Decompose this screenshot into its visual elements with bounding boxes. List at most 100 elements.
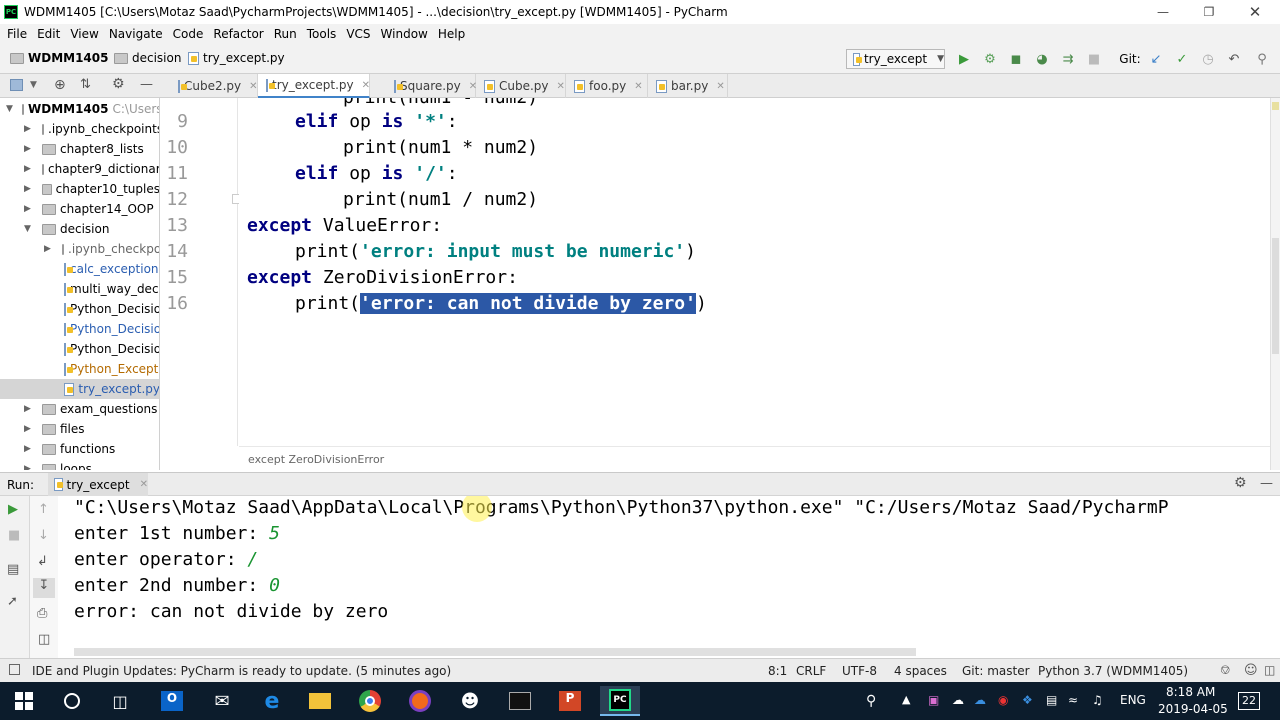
gear-icon[interactable]: ⚙ (1234, 475, 1247, 491)
tree-item[interactable]: Python_Exceptio (0, 359, 159, 379)
tab-cube[interactable]: Cube.py ✕ (476, 74, 566, 98)
clock-date[interactable]: 2019-04-05 (1158, 702, 1228, 716)
stop-icon[interactable]: ■ (8, 528, 20, 543)
cursor-position[interactable]: 8:1 (768, 664, 787, 678)
edge-icon[interactable]: e (252, 686, 292, 716)
menu-file[interactable]: File (2, 27, 32, 41)
close-tab-icon[interactable]: ✕ (634, 81, 642, 92)
close-tab-icon[interactable]: ✕ (140, 479, 148, 490)
lock-icon[interactable]: ⎊ (1220, 663, 1230, 678)
tree-item[interactable]: Python_Decisio (0, 299, 159, 319)
menu-navigate[interactable]: Navigate (104, 27, 168, 41)
profile-icon[interactable]: ◕ (1034, 51, 1050, 67)
game-icon[interactable]: ☻ (450, 686, 490, 716)
file-encoding[interactable]: UTF-8 (842, 664, 877, 678)
close-window-button[interactable]: ✕ (1232, 0, 1278, 24)
tree-item[interactable]: ▶ files (0, 419, 159, 439)
tree-item[interactable]: multi_way_deci (0, 279, 159, 299)
vcs-update-icon[interactable]: ↙ (1148, 51, 1164, 67)
breadcrumb-folder[interactable]: decision (114, 51, 181, 65)
windows-start-icon[interactable] (4, 686, 44, 716)
close-tab-icon[interactable]: ✕ (716, 81, 724, 92)
run-tab[interactable]: try_except ✕ (48, 473, 148, 496)
print-icon[interactable]: ⎙ (37, 606, 47, 621)
tab-bar[interactable]: bar.py ✕ (648, 74, 728, 98)
pin-icon[interactable]: ➚ (7, 594, 18, 609)
outlook-icon[interactable]: O (152, 686, 192, 716)
run-icon[interactable]: ▶ (956, 51, 972, 67)
pycharm-taskbar-icon[interactable]: PC (600, 686, 640, 716)
up-arrow-icon[interactable]: ↑ (38, 502, 49, 517)
event-log-icon[interactable]: ◫ (1264, 663, 1275, 677)
tool-windows-icon[interactable] (9, 664, 20, 675)
menu-vcs[interactable]: VCS (341, 27, 375, 41)
code-editor[interactable]: print(num1 - num2) elif op is '*': print… (239, 98, 1270, 446)
layout-icon[interactable]: ▤ (7, 562, 19, 577)
tree-item[interactable]: calc_exceptions (0, 259, 159, 279)
collapse-icon[interactable]: ⇅ (80, 77, 91, 92)
locate-icon[interactable]: ⊕ (54, 77, 66, 93)
dropbox-icon[interactable]: ❖ (1022, 693, 1033, 707)
console-horizontal-scrollbar[interactable] (74, 648, 916, 656)
mail-icon[interactable]: ✉ (202, 686, 242, 716)
gear-icon[interactable]: ⚙ (112, 76, 125, 92)
run-console[interactable]: "C:\Users\Motaz Saad\AppData\Local\Progr… (58, 496, 1280, 658)
tree-root[interactable]: ▼ WDMM1405 C:\Users (0, 99, 159, 119)
chrome-icon[interactable] (350, 686, 390, 716)
notification-center-icon[interactable]: 22 (1238, 692, 1260, 710)
terminal-icon[interactable] (500, 686, 540, 716)
trash-icon[interactable]: ◫ (38, 632, 50, 647)
chevron-down-icon[interactable]: ▼ (30, 80, 37, 90)
debug-icon[interactable]: ⚙ (982, 51, 998, 67)
tree-item[interactable]: Python_Decisio (0, 319, 159, 339)
stop-icon[interactable]: ■ (1086, 51, 1102, 67)
network-icon[interactable]: ▤ (1046, 693, 1057, 707)
tree-item[interactable]: ▶ loops (0, 459, 159, 470)
close-tab-icon[interactable]: ✕ (557, 81, 565, 92)
inspector-icon[interactable]: ☺ (1244, 663, 1258, 678)
onedrive-icon[interactable]: ☁ (952, 693, 964, 707)
tree-item[interactable]: ▶ functions (0, 439, 159, 459)
breadcrumb-project[interactable]: WDMM1405 (10, 51, 108, 65)
hide-icon[interactable]: — (140, 77, 153, 92)
tree-item[interactable]: ▶ .ipynb_checkpo (0, 239, 159, 259)
python-interpreter[interactable]: Python 3.7 (WDMM1405) (1038, 664, 1188, 678)
firefox-icon[interactable] (400, 686, 440, 716)
menu-refactor[interactable]: Refactor (208, 27, 268, 41)
git-branch[interactable]: Git: master (962, 664, 1030, 678)
menu-window[interactable]: Window (376, 27, 433, 41)
language-indicator[interactable]: ENG (1120, 693, 1146, 707)
people-icon[interactable]: ⚲ (866, 693, 876, 709)
tree-item[interactable]: Python_Decisio (0, 339, 159, 359)
search-circle-icon[interactable] (52, 686, 92, 716)
wifi-icon[interactable]: ≈ (1068, 693, 1078, 707)
editor-scrollbar[interactable] (1270, 98, 1280, 470)
powerpoint-icon[interactable]: P (550, 686, 590, 716)
history-icon[interactable]: ◷ (1200, 51, 1216, 67)
tree-item[interactable]: ▶ chapter9_dictionari (0, 159, 159, 179)
tree-item[interactable]: ▶ chapter10_tuples (0, 179, 159, 199)
mega-icon[interactable]: ◉ (998, 693, 1008, 707)
breadcrumb-file[interactable]: try_except.py (188, 51, 285, 65)
tree-item-selected[interactable]: try_except.py (0, 379, 159, 399)
down-arrow-icon[interactable]: ↓ (38, 528, 49, 543)
menu-run[interactable]: Run (269, 27, 302, 41)
concurrency-icon[interactable]: ⇉ (1060, 51, 1076, 67)
file-explorer-icon[interactable] (300, 686, 340, 716)
clock-time[interactable]: 8:18 AM (1166, 685, 1215, 699)
tray-app-icon[interactable]: ▣ (928, 693, 939, 707)
vcs-commit-icon[interactable]: ✓ (1174, 51, 1190, 67)
chevron-up-icon[interactable]: ▲ (902, 693, 910, 706)
minimize-button[interactable]: — (1140, 0, 1186, 24)
menu-help[interactable]: Help (433, 27, 470, 41)
hide-panel-icon[interactable]: — (1260, 476, 1273, 491)
tree-item[interactable]: ▶ chapter14_OOP (0, 199, 159, 219)
line-separator[interactable]: CRLF (796, 664, 826, 678)
scrollbar-thumb[interactable] (1272, 238, 1279, 354)
menu-code[interactable]: Code (168, 27, 209, 41)
menu-edit[interactable]: Edit (32, 27, 65, 41)
tree-item[interactable]: ▶ .ipynb_checkpoints (0, 119, 159, 139)
menu-view[interactable]: View (65, 27, 103, 41)
close-tab-icon[interactable]: ✕ (362, 80, 370, 91)
onedrive-business-icon[interactable]: ☁ (974, 693, 986, 707)
